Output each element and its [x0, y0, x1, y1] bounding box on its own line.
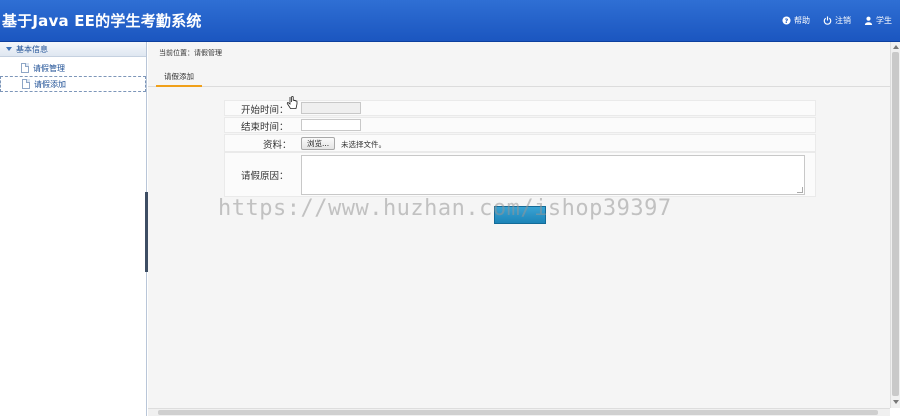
scroll-down-icon[interactable] — [893, 400, 899, 404]
reason-textarea[interactable] — [301, 155, 805, 195]
form-row-file: 资料： 浏览... 未选择文件。 — [224, 134, 816, 152]
sidebar-item-leave-add[interactable]: 请假添加 — [0, 76, 146, 92]
start-time-label: 开始时间： — [241, 105, 289, 116]
sidebar-group-label: 基本信息 — [16, 44, 48, 54]
breadcrumb: 当前位置：请假管理 — [159, 49, 222, 57]
form-row-reason: 请假原因： — [224, 152, 816, 197]
user-link[interactable]: 学生 — [864, 15, 892, 26]
app-header: 基于Java EE的学生考勤系统 ? 帮助 注销 学生 — [0, 0, 900, 42]
sidebar-item-leave-manage[interactable]: 请假管理 — [0, 60, 146, 76]
form-row-start: 开始时间： — [224, 100, 816, 116]
watermark-text: https://www.huzhan.com/ishop39397 — [218, 196, 672, 221]
help-link[interactable]: ? 帮助 — [782, 15, 810, 26]
user-icon — [864, 16, 873, 25]
svg-text:?: ? — [785, 18, 789, 25]
user-label: 学生 — [876, 16, 892, 25]
sidebar-item-label: 请假管理 — [33, 63, 65, 73]
form-row-end: 结束时间： — [224, 117, 816, 133]
file-label: 资料： — [263, 140, 292, 151]
logout-label: 注销 — [835, 16, 851, 25]
hand-cursor-icon — [286, 96, 298, 109]
logout-link[interactable]: 注销 — [823, 15, 851, 26]
document-icon — [21, 63, 29, 73]
vertical-scrollbar[interactable] — [890, 42, 900, 408]
help-icon: ? — [782, 16, 791, 25]
scroll-up-icon[interactable] — [893, 45, 899, 49]
horizontal-scroll-thumb[interactable] — [158, 410, 878, 415]
tab-bar: 请假添加 — [148, 66, 890, 87]
main-panel: 当前位置：请假管理 请假添加 开始时间： 结束时间： 资料： 浏览... 未选择… — [148, 42, 890, 408]
expand-triangle-icon — [6, 47, 12, 51]
sidebar: 基本信息 请假管理 请假添加 — [0, 42, 147, 416]
tab-leave-add[interactable]: 请假添加 — [156, 66, 202, 87]
browse-button[interactable]: 浏览... — [301, 137, 336, 150]
horizontal-scrollbar[interactable] — [148, 408, 890, 416]
power-icon — [823, 16, 832, 25]
sidebar-group[interactable]: 基本信息 — [0, 42, 146, 57]
file-status: 未选择文件。 — [341, 140, 386, 149]
app-title: 基于Java EE的学生考勤系统 — [2, 12, 202, 30]
end-time-label: 结束时间： — [241, 122, 289, 133]
start-time-input[interactable] — [301, 102, 361, 114]
reason-label: 请假原因： — [241, 171, 289, 182]
document-icon — [22, 79, 30, 89]
top-links: ? 帮助 注销 学生 — [782, 15, 892, 26]
end-time-input[interactable] — [301, 119, 361, 131]
sidebar-item-label: 请假添加 — [34, 79, 66, 89]
vertical-scroll-thumb[interactable] — [892, 52, 899, 396]
help-label: 帮助 — [794, 16, 810, 25]
